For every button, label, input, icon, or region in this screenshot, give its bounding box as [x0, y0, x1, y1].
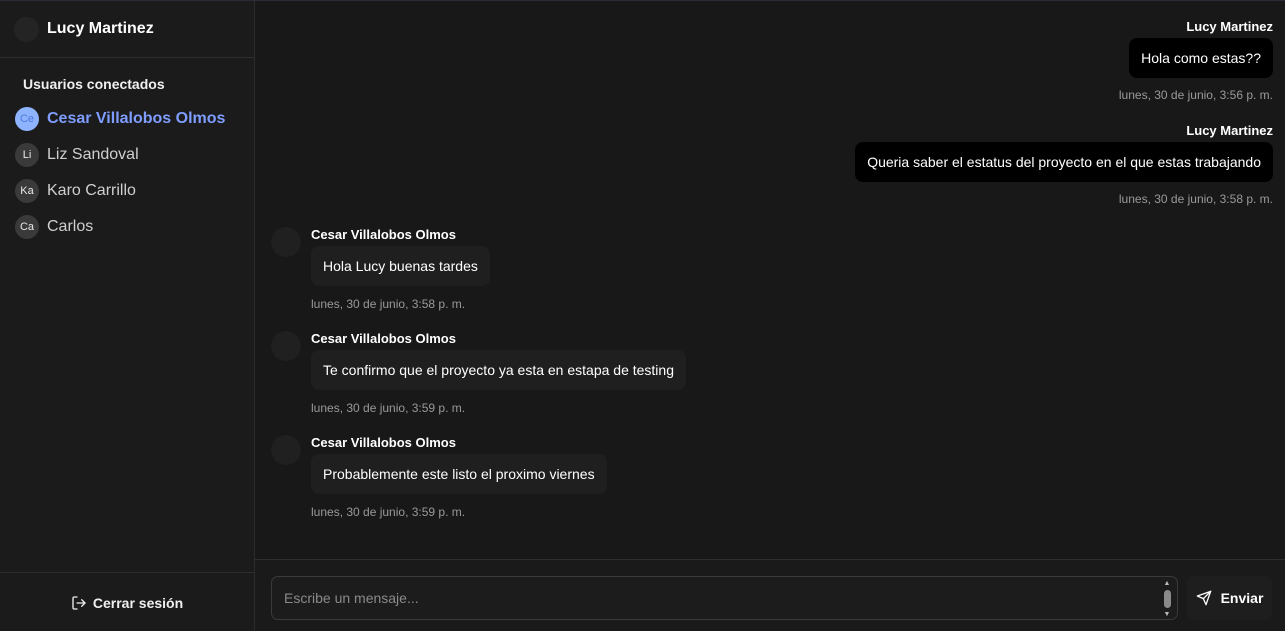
sidebar-header: Lucy Martinez [0, 1, 254, 58]
logout-icon [72, 595, 86, 610]
message-incoming: Cesar Villalobos Olmos Te confirmo que e… [271, 331, 686, 415]
current-user-name: Lucy Martinez [47, 20, 154, 37]
user-item-carlos[interactable]: Ca Carlos [0, 209, 254, 245]
message-input-wrapper: ▲ ▼ [271, 576, 1178, 620]
message-bubble: Te confirmo que el proyecto ya esta en e… [311, 350, 686, 390]
user-item-karo[interactable]: Ka Karo Carrillo [0, 173, 254, 209]
message-sender: Lucy Martinez [1186, 123, 1273, 138]
message-sender: Lucy Martinez [1186, 19, 1273, 34]
user-avatar: Li [15, 143, 39, 167]
sender-avatar [271, 331, 301, 361]
input-scrollbar[interactable]: ▲ ▼ [1162, 580, 1172, 618]
message-timestamp: lunes, 30 de junio, 3:56 p. m. [1118, 88, 1273, 102]
message-timestamp: lunes, 30 de junio, 3:58 p. m. [311, 297, 466, 311]
message-timestamp: lunes, 30 de junio, 3:59 p. m. [311, 505, 466, 519]
send-icon [1196, 590, 1211, 606]
send-button[interactable]: Enviar [1187, 576, 1272, 620]
message-outgoing: Lucy Martinez Hola como estas?? lunes, 3… [1119, 19, 1273, 102]
logout-button[interactable]: Cerrar sesión [71, 595, 183, 611]
message-outgoing: Lucy Martinez Queria saber el estatus de… [855, 123, 1273, 206]
message-bubble: Hola Lucy buenas tardes [311, 246, 490, 286]
user-item-liz[interactable]: Li Liz Sandoval [0, 137, 254, 173]
sender-avatar [271, 227, 301, 257]
sender-avatar [271, 435, 301, 465]
message-list: Lucy Martinez Hola como estas?? lunes, 3… [255, 1, 1285, 559]
message-bubble: Queria saber el estatus del proyecto en … [855, 142, 1273, 182]
user-avatar: Ca [15, 215, 39, 239]
connected-users-title: Usuarios conectados [23, 76, 165, 92]
message-composer: ▲ ▼ Enviar [255, 559, 1285, 631]
message-sender: Cesar Villalobos Olmos [311, 331, 456, 346]
message-timestamp: lunes, 30 de junio, 3:58 p. m. [1118, 192, 1273, 206]
message-bubble: Hola como estas?? [1129, 38, 1273, 78]
connected-users-list: Ce Cesar Villalobos Olmos Li Liz Sandova… [0, 101, 254, 245]
message-sender: Cesar Villalobos Olmos [311, 227, 456, 242]
message-bubble: Probablemente este listo el proximo vier… [311, 454, 607, 494]
scroll-down-icon[interactable]: ▼ [1164, 611, 1171, 618]
message-incoming: Cesar Villalobos Olmos Probablemente est… [271, 435, 607, 519]
user-name: Carlos [47, 218, 94, 235]
sidebar: Lucy Martinez Usuarios conectados Ce Ces… [0, 1, 255, 631]
user-avatar: Ce [15, 107, 39, 131]
user-avatar: Ka [15, 179, 39, 203]
logout-label: Cerrar sesión [92, 594, 184, 611]
message-timestamp: lunes, 30 de junio, 3:59 p. m. [311, 401, 466, 415]
user-name: Karo Carrillo [47, 182, 136, 199]
chat-app: Lucy Martinez Usuarios conectados Ce Ces… [0, 0, 1285, 631]
message-input[interactable] [272, 577, 1152, 619]
message-sender: Cesar Villalobos Olmos [311, 435, 456, 450]
current-user-avatar [14, 16, 39, 42]
user-item-cesar[interactable]: Ce Cesar Villalobos Olmos [0, 101, 254, 137]
user-name: Cesar Villalobos Olmos [47, 110, 226, 127]
scroll-up-icon[interactable]: ▲ [1164, 580, 1171, 587]
sidebar-footer: Cerrar sesión [0, 572, 254, 631]
user-name: Liz Sandoval [47, 146, 139, 163]
scroll-thumb[interactable] [1163, 590, 1171, 608]
message-incoming: Cesar Villalobos Olmos Hola Lucy buenas … [271, 227, 490, 311]
send-label: Enviar [1220, 590, 1264, 606]
